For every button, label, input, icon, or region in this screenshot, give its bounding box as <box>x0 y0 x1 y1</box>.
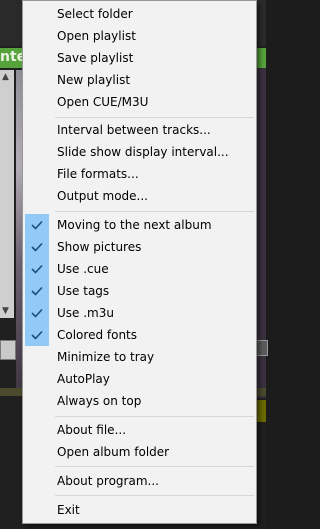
menu-separator <box>55 416 254 417</box>
menu-item-interval-between-tracks[interactable]: Interval between tracks... <box>25 119 254 141</box>
scroll-up-icon[interactable]: ▲ <box>2 72 9 82</box>
menu-item-label: About program... <box>57 474 159 488</box>
menu-separator <box>55 495 254 496</box>
menu-item-select-folder[interactable]: Select folder <box>25 3 254 25</box>
menu-item-always-on-top[interactable]: Always on top <box>25 390 254 412</box>
checkmark-icon <box>25 214 49 236</box>
menu-item-open-playlist[interactable]: Open playlist <box>25 25 254 47</box>
menu-item-new-playlist[interactable]: New playlist <box>25 69 254 91</box>
menu-item-label: About file... <box>57 423 127 437</box>
context-menu: Select folder Open playlist Save playlis… <box>22 0 257 524</box>
menu-item-colored-fonts[interactable]: Colored fonts <box>25 324 254 346</box>
menu-item-label: Open album folder <box>57 445 170 459</box>
menu-item-use-m3u[interactable]: Use .m3u <box>25 302 254 324</box>
menu-item-label: Moving to the next album <box>57 218 212 232</box>
menu-item-moving-to-next-album[interactable]: Moving to the next album <box>25 214 254 236</box>
background-left-button[interactable] <box>0 340 16 360</box>
checkmark-icon <box>25 258 49 280</box>
menu-item-label: Use .cue <box>57 262 109 276</box>
menu-item-label: AutoPlay <box>57 372 110 386</box>
menu-item-about-file[interactable]: About file... <box>25 419 254 441</box>
menu-item-label: New playlist <box>57 73 131 87</box>
menu-item-use-tags[interactable]: Use tags <box>25 280 254 302</box>
menu-item-label: Save playlist <box>57 51 134 65</box>
menu-item-label: Always on top <box>57 394 142 408</box>
menu-item-save-playlist[interactable]: Save playlist <box>25 47 254 69</box>
menu-item-show-pictures[interactable]: Show pictures <box>25 236 254 258</box>
menu-item-label: Colored fonts <box>57 328 138 342</box>
menu-item-file-formats[interactable]: File formats... <box>25 163 254 185</box>
menu-item-label: Minimize to tray <box>57 350 155 364</box>
menu-item-label: Select folder <box>57 7 133 21</box>
menu-item-label: Exit <box>57 503 80 517</box>
menu-item-exit[interactable]: Exit <box>25 499 254 521</box>
menu-item-label: Interval between tracks... <box>57 123 211 137</box>
menu-item-about-program[interactable]: About program... <box>25 470 254 492</box>
menu-item-label: Output mode... <box>57 189 148 203</box>
menu-item-minimize-to-tray[interactable]: Minimize to tray <box>25 346 254 368</box>
menu-separator <box>55 117 254 118</box>
menu-item-slide-show-interval[interactable]: Slide show display interval... <box>25 141 254 163</box>
background-list-scrollbar[interactable]: ▲ ▼ <box>0 70 14 318</box>
menu-item-autoplay[interactable]: AutoPlay <box>25 368 254 390</box>
scroll-down-icon[interactable]: ▼ <box>2 306 9 316</box>
checkmark-icon <box>25 236 49 258</box>
menu-item-open-album-folder[interactable]: Open album folder <box>25 441 254 463</box>
menu-item-label: Use tags <box>57 284 110 298</box>
checkmark-icon <box>25 280 49 302</box>
menu-separator <box>55 466 254 467</box>
menu-item-label: Open playlist <box>57 29 136 43</box>
menu-separator <box>55 211 254 212</box>
menu-item-label: Use .m3u <box>57 306 114 320</box>
menu-item-label: Show pictures <box>57 240 142 254</box>
menu-item-use-cue[interactable]: Use .cue <box>25 258 254 280</box>
checkmark-icon <box>25 324 49 346</box>
checkmark-icon <box>25 302 49 324</box>
menu-item-open-cue-m3u[interactable]: Open CUE/M3U <box>25 91 254 113</box>
menu-item-label: Slide show display interval... <box>57 145 229 159</box>
menu-item-label: Open CUE/M3U <box>57 95 149 109</box>
menu-item-label: File formats... <box>57 167 139 181</box>
menu-item-output-mode[interactable]: Output mode... <box>25 185 254 207</box>
